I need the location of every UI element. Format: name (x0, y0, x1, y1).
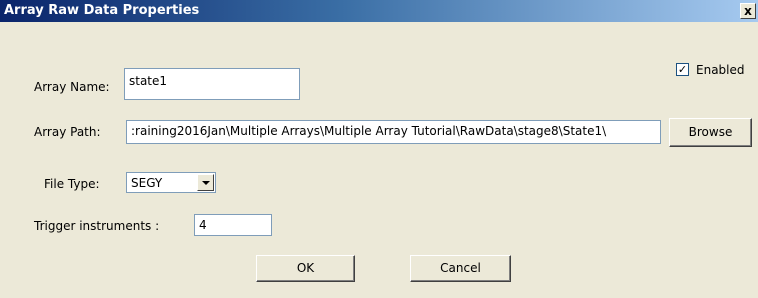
trigger-instruments-input[interactable]: 4 (194, 214, 272, 236)
array-name-input[interactable]: state1 (124, 68, 300, 100)
close-button[interactable]: x (740, 3, 756, 19)
title-bar: Array Raw Data Properties x (0, 0, 758, 22)
array-path-label: Array Path: (34, 125, 101, 139)
checkmark-icon: ✓ (677, 63, 688, 76)
ok-button[interactable]: OK (256, 255, 355, 282)
file-type-value: SEGY (131, 176, 163, 190)
window-title: Array Raw Data Properties (4, 3, 200, 18)
trigger-instruments-label: Trigger instruments : (34, 219, 160, 233)
file-type-select[interactable]: SEGY (126, 172, 216, 193)
array-path-input[interactable]: :raining2016Jan\Multiple Arrays\Multiple… (126, 120, 661, 144)
enabled-label: Enabled (696, 63, 745, 77)
chevron-down-icon[interactable] (197, 174, 214, 191)
array-name-label: Array Name: (34, 80, 110, 94)
file-type-label: File Type: (44, 177, 100, 191)
close-icon: x (744, 4, 752, 18)
browse-button[interactable]: Browse (669, 118, 752, 147)
enabled-checkbox[interactable]: ✓ (676, 63, 689, 76)
cancel-button[interactable]: Cancel (410, 255, 511, 282)
